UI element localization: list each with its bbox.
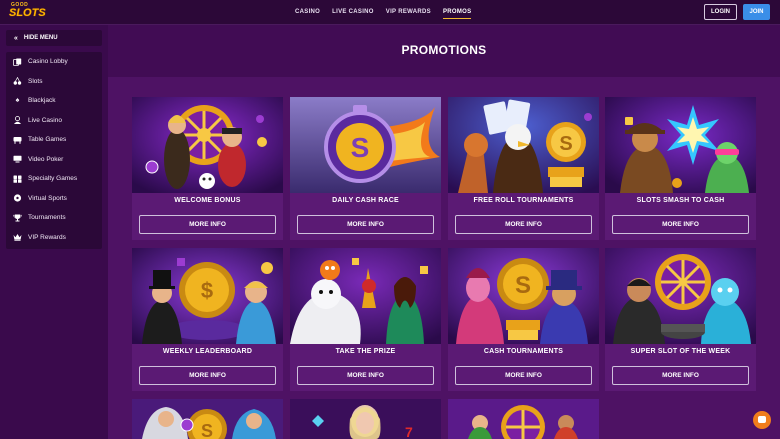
sidebar-item-casino-lobby[interactable]: Casino Lobby [6,52,102,72]
page-header: PROMOTIONS [108,25,780,77]
more-info-button[interactable]: MORE INFO [612,215,749,234]
sidebar-menu: Casino Lobby Slots ♠ Blackjack Live Casi… [6,52,102,249]
svg-text:S: S [351,132,370,163]
login-button[interactable]: LOGIN [704,4,737,20]
promo-title: FREE ROLL TOURNAMENTS [473,197,574,204]
promo-card[interactable]: SLOTS SMASH TO CASH MORE INFO [605,97,756,240]
sidebar-item-video-poker[interactable]: Video Poker [6,150,102,170]
promo-card[interactable]: TAKE THE PRIZE MORE INFO [290,248,441,391]
more-info-button[interactable]: MORE INFO [297,215,434,234]
promo-image[interactable] [448,399,599,439]
logo-main-text: SLOTS [9,7,46,19]
weekly-leaderboard-image[interactable]: $ [132,248,283,344]
dice-icon [13,175,22,183]
promo-title: WEEKLY LEADERBOARD [162,348,253,355]
cherry-icon [13,77,22,85]
spade-icon: ♠ [15,97,20,105]
promo-title: TAKE THE PRIZE [335,348,396,355]
more-info-button[interactable]: MORE INFO [139,215,276,234]
hide-menu-button[interactable]: « HIDE MENU [6,30,102,46]
join-button[interactable]: JOIN [743,4,770,20]
crown-icon [13,233,22,241]
site-logo[interactable]: GOOD SLOTS [9,2,46,21]
promo-card[interactable]: WELCOME BONUS MORE INFO [132,97,283,240]
main-content: PROMOTIONS WELCOME BONUS MORE INFO S DAI… [108,25,780,439]
table-icon [13,136,22,144]
promo-title: SLOTS SMASH TO CASH [636,197,725,204]
promo-card[interactable]: 7 [290,399,441,439]
daily-cash-race-image[interactable]: S [290,97,441,193]
svg-text:$: $ [201,278,213,303]
promo-card[interactable]: $ WEEKLY LEADERBOARD MORE INFO [132,248,283,391]
promo-card[interactable]: SUPER SLOT OF THE WEEK MORE INFO [605,248,756,391]
cash-tournaments-image[interactable]: S [448,248,599,344]
slots-smash-to-cash-image[interactable] [605,97,756,193]
more-info-button[interactable]: MORE INFO [612,366,749,385]
welcome-bonus-image[interactable] [132,97,283,193]
main-nav: CASINO LIVE CASINO VIP REWARDS PROMOS [289,0,477,25]
sidebar-item-tournaments[interactable]: Tournaments [6,208,102,228]
promo-title: SUPER SLOT OF THE WEEK [630,348,731,355]
dealer-icon [13,116,22,125]
promo-card[interactable]: S FREE ROLL TOURNAMENTS MORE INFO [448,97,599,240]
nav-promos[interactable]: PROMOS [437,0,477,25]
promo-card[interactable] [448,399,599,439]
nav-live-casino[interactable]: LIVE CASINO [326,0,380,25]
promo-image[interactable]: S [132,399,283,439]
promo-card[interactable]: S CASH TOURNAMENTS MORE INFO [448,248,599,391]
svg-text:S: S [515,272,531,299]
sidebar-item-virtual-sports[interactable]: Virtual Sports [6,189,102,209]
promo-title: CASH TOURNAMENTS [483,348,564,355]
svg-text:S: S [559,133,572,155]
sidebar-item-blackjack[interactable]: ♠ Blackjack [6,91,102,111]
soccer-ball-icon [13,194,22,202]
free-roll-tournaments-image[interactable]: S [448,97,599,193]
take-the-prize-image[interactable] [290,248,441,344]
nav-vip-rewards[interactable]: VIP REWARDS [380,0,437,25]
promo-title: WELCOME BONUS [174,197,241,204]
svg-text:S: S [201,421,213,439]
sidebar-item-slots[interactable]: Slots [6,72,102,92]
sidebar-item-specialty-games[interactable]: Specialty Games [6,169,102,189]
promo-card[interactable]: S DAILY CASH RACE MORE INFO [290,97,441,240]
nav-casino[interactable]: CASINO [289,0,326,25]
cards-icon [13,58,22,66]
more-info-button[interactable]: MORE INFO [455,366,592,385]
more-info-button[interactable]: MORE INFO [455,215,592,234]
top-bar: GOOD SLOTS CASINO LIVE CASINO VIP REWARD… [0,0,780,25]
monitor-icon [13,155,22,163]
chat-icon[interactable] [753,411,771,429]
double-chevron-left-icon: « [14,34,18,42]
page-title: PROMOTIONS [401,43,487,57]
sidebar-item-table-games[interactable]: Table Games [6,130,102,150]
promo-title: DAILY CASH RACE [332,197,399,204]
svg-text:7: 7 [405,424,413,439]
sidebar-item-live-casino[interactable]: Live Casino [6,111,102,131]
promo-image[interactable]: 7 [290,399,441,439]
more-info-button[interactable]: MORE INFO [139,366,276,385]
hide-menu-label: HIDE MENU [23,35,58,41]
promo-card[interactable]: S [132,399,283,439]
super-slot-of-the-week-image[interactable] [605,248,756,344]
trophy-icon [13,214,22,222]
more-info-button[interactable]: MORE INFO [297,366,434,385]
sidebar: « HIDE MENU Casino Lobby Slots ♠ Blackja… [0,25,108,439]
sidebar-item-vip-rewards[interactable]: VIP Rewards [6,228,102,248]
